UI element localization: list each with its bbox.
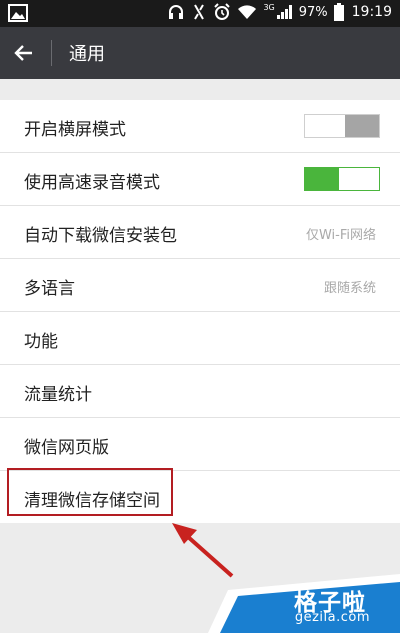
setting-landscape-mode[interactable]: 开启横屏模式 xyxy=(0,100,400,153)
battery-percent: 97% xyxy=(298,4,328,20)
setting-label: 自动下载微信安装包 xyxy=(24,226,177,246)
setting-label: 流量统计 xyxy=(24,385,92,405)
setting-clear-storage[interactable]: 清理微信存储空间 xyxy=(0,471,400,523)
page-title: 通用 xyxy=(69,44,105,65)
watermark-site: gezila.com xyxy=(294,610,370,625)
setting-label: 多语言 xyxy=(24,279,75,299)
setting-label: 功能 xyxy=(24,332,58,352)
toggle-track xyxy=(345,115,379,137)
toggle-knob xyxy=(339,168,379,190)
setting-value: 跟随系统 xyxy=(323,281,376,296)
toolbar-divider xyxy=(51,40,52,66)
vibrate-icon xyxy=(191,3,207,21)
landscape-mode-toggle[interactable] xyxy=(304,114,380,138)
setting-value: 仅Wi-Fi网络 xyxy=(305,228,376,243)
wifi-icon xyxy=(237,4,257,20)
status-bar: 3G 97% 19:19 xyxy=(0,0,400,27)
setting-web-version[interactable]: 微信网页版 xyxy=(0,418,400,471)
setting-auto-download[interactable]: 自动下载微信安装包 仅Wi-Fi网络 xyxy=(0,206,400,259)
gallery-notification-icon xyxy=(8,4,28,26)
clock: 19:19 xyxy=(351,4,392,20)
alarm-icon xyxy=(213,3,231,21)
setting-hq-recording[interactable]: 使用高速录音模式 xyxy=(0,153,400,206)
battery-icon xyxy=(333,3,344,21)
toolbar: 通用 xyxy=(0,27,400,79)
setting-label: 使用高速录音模式 xyxy=(24,173,160,193)
setting-language[interactable]: 多语言 跟随系统 xyxy=(0,259,400,312)
setting-data-usage[interactable]: 流量统计 xyxy=(0,365,400,418)
setting-label: 清理微信存储空间 xyxy=(24,491,160,511)
headphone-icon xyxy=(167,3,185,21)
network-type: 3G xyxy=(263,2,275,12)
signal-icon xyxy=(276,5,293,19)
hq-recording-toggle[interactable] xyxy=(304,167,380,191)
setting-label: 微信网页版 xyxy=(24,438,109,458)
setting-features[interactable]: 功能 xyxy=(0,312,400,365)
settings-list: 开启横屏模式 使用高速录音模式 自动下载微信安装包 仅Wi-Fi网络 多语言 跟… xyxy=(0,100,400,523)
back-arrow-icon[interactable] xyxy=(12,41,36,65)
setting-label: 开启横屏模式 xyxy=(24,120,126,140)
toggle-knob xyxy=(305,115,346,137)
